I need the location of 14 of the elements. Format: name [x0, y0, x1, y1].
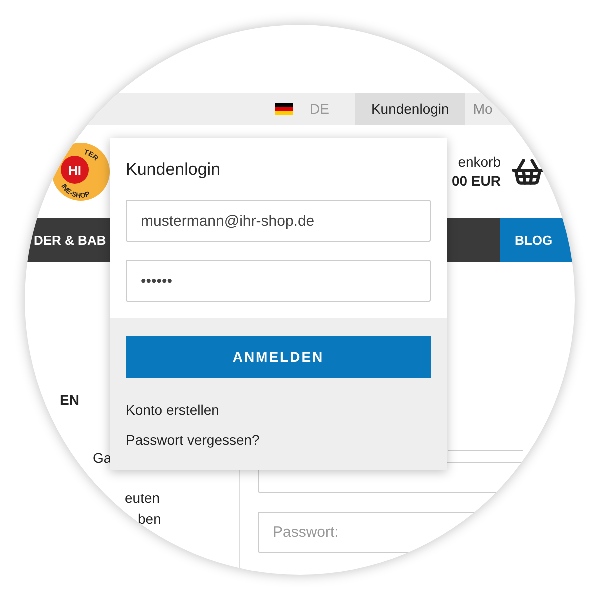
account-link[interactable]: Konto erstellen: [126, 402, 220, 418]
account-link[interactable]: Passwort vergessen?: [126, 432, 260, 448]
login-button[interactable]: ANMELDEN: [126, 336, 431, 378]
password-field[interactable]: ••••••: [126, 260, 431, 302]
popup-title: Kundenlogin: [126, 160, 222, 180]
email-field[interactable]: mustermann@ihr-shop.de: [126, 200, 431, 242]
german-flag-icon: [275, 103, 293, 115]
sidebar-item[interactable]: euten: [125, 488, 239, 508]
sidebar-item[interactable]: ben: [138, 509, 239, 529]
nav-item[interactable]: BLOG: [500, 218, 575, 262]
cart-total: 00 EUR: [452, 172, 501, 190]
top-bar-tab[interactable]: Kundenlogin: [355, 93, 466, 125]
sidebar-heading: EN: [60, 392, 80, 408]
cart-label[interactable]: enkorb: [458, 152, 501, 172]
